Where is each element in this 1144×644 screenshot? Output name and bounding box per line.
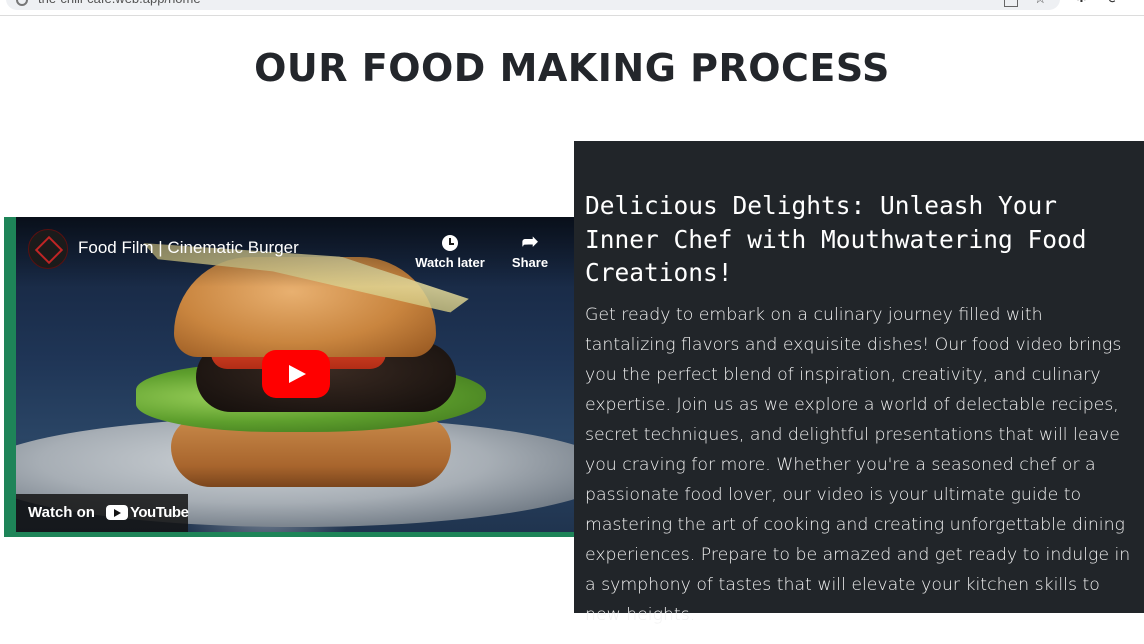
description-body: Get ready to embark on a culinary journe… — [585, 305, 1131, 625]
watch-on-youtube-button[interactable]: Watch on YouTube — [16, 494, 189, 532]
description-heading: Delicious Delights: Unleash Your Inner C… — [585, 191, 1087, 287]
sync-icon[interactable]: ⟳ — [1108, 0, 1119, 7]
browser-toolbar: the-chill-cafe.web.app/home ☆ ✱ ⟳ — [0, 0, 1144, 16]
play-button[interactable] — [262, 350, 330, 398]
share-page-icon[interactable] — [1004, 0, 1018, 7]
watch-later-button[interactable]: Watch later — [405, 229, 495, 270]
channel-avatar[interactable] — [28, 229, 68, 269]
watch-on-label: Watch on — [28, 504, 95, 521]
puzzle-icon[interactable]: ✱ — [1076, 0, 1087, 6]
star-icon[interactable]: ☆ — [1034, 0, 1047, 7]
video-frame: Food Film | Cinematic Burger Watch later… — [4, 217, 576, 537]
youtube-logo-icon — [106, 505, 128, 520]
youtube-embed[interactable]: Food Film | Cinematic Burger Watch later… — [16, 217, 576, 532]
share-button[interactable]: ➦ Share — [485, 229, 575, 270]
share-arrow-icon: ➦ — [521, 231, 539, 253]
youtube-wordmark: YouTube — [130, 504, 189, 521]
address-url[interactable]: the-chill-cafe.web.app/home — [38, 0, 201, 10]
clock-icon — [405, 229, 495, 255]
description-panel: Delicious Delights: Unleash Your Inner C… — [574, 141, 1144, 625]
video-title[interactable]: Food Film | Cinematic Burger — [78, 238, 299, 258]
share-label: Share — [511, 255, 549, 270]
page-title: OUR FOOD MAKING PROCESS — [254, 46, 890, 90]
watch-later-label: Watch later — [415, 255, 485, 270]
